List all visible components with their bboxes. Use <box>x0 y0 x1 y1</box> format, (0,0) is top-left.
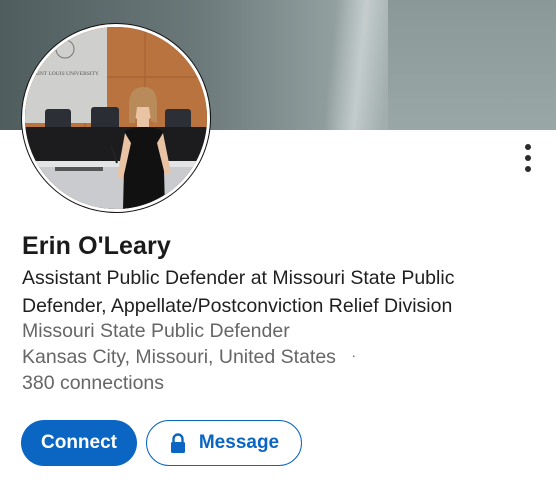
message-button[interactable]: Message <box>146 420 302 466</box>
lock-icon <box>169 433 187 453</box>
avatar-photo: SAINT LOUIS UNIVERSITY <box>25 27 207 209</box>
profile-name: Erin O'Leary <box>22 232 171 260</box>
more-vertical-icon-dot <box>525 155 531 161</box>
connect-button[interactable]: Connect <box>21 420 137 466</box>
profile-location-row: Kansas City, Missouri, United States · <box>22 346 356 369</box>
more-options-button[interactable] <box>518 142 538 174</box>
message-button-label: Message <box>198 432 280 453</box>
cover-panel <box>388 0 556 130</box>
avatar[interactable]: SAINT LOUIS UNIVERSITY <box>22 24 210 212</box>
photo-sign-text: SAINT LOUIS UNIVERSITY <box>31 71 99 77</box>
connect-button-label: Connect <box>41 432 117 453</box>
more-vertical-icon-dot <box>525 166 531 172</box>
profile-connections[interactable]: 380 connections <box>22 372 164 395</box>
more-vertical-icon <box>525 144 531 150</box>
profile-company[interactable]: Missouri State Public Defender <box>22 320 290 343</box>
profile-headline: Assistant Public Defender at Missouri St… <box>22 267 455 317</box>
profile-location: Kansas City, Missouri, United States <box>22 346 336 368</box>
profile-card: SAINT LOUIS UNIVERSITY Erin O'Leary Assi… <box>0 0 556 493</box>
location-separator: · <box>351 347 357 363</box>
